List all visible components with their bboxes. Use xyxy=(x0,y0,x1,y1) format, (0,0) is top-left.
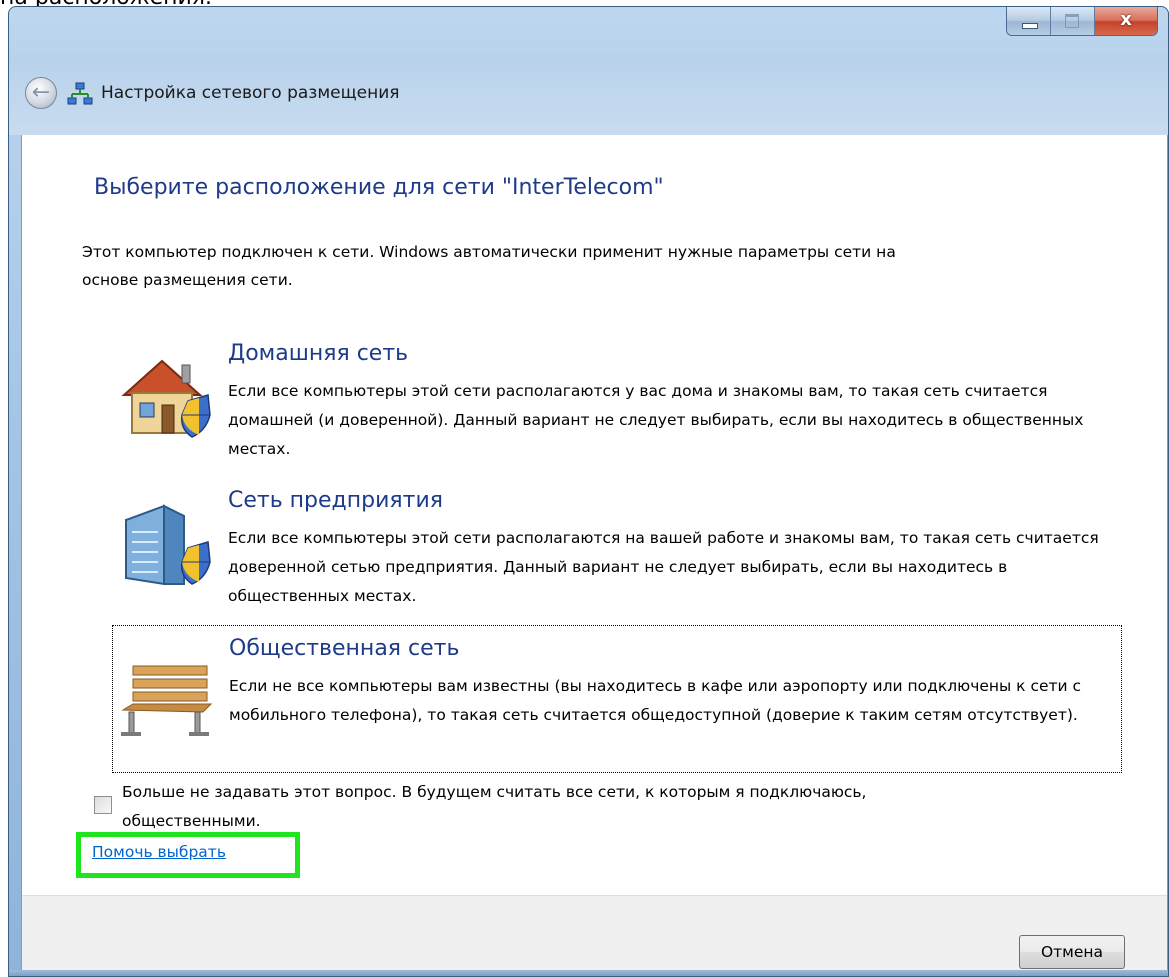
cancel-button[interactable]: Отмена xyxy=(1019,935,1125,969)
window-title: Настройка сетевого размещения xyxy=(101,83,400,103)
dont-ask-again-checkbox[interactable] xyxy=(94,796,112,814)
close-button[interactable]: x xyxy=(1095,7,1157,35)
house-shield-icon xyxy=(121,359,211,438)
window-controls: x xyxy=(1006,7,1158,36)
park-bench-icon xyxy=(121,665,213,736)
dialog-heading: Выберите расположение для сети "InterTel… xyxy=(94,175,664,200)
office-building-shield-icon xyxy=(125,504,211,586)
window-bottom-border xyxy=(9,970,1168,976)
dialog-footer: Отмена xyxy=(22,895,1167,976)
dont-ask-again-label[interactable]: Больше не задавать этот вопрос. В будуще… xyxy=(122,778,922,836)
option-description: Если все компьютеры этой сети располагаю… xyxy=(228,382,1084,458)
option-public-network[interactable]: Общественная сеть Если не все компьютеры… xyxy=(112,625,1122,773)
highlight-box xyxy=(76,832,300,878)
option-description: Если не все компьютеры вам известны (вы … xyxy=(229,677,1082,724)
option-home-network[interactable]: Домашняя сеть Если все компьютеры этой с… xyxy=(112,341,1122,461)
navigation-bar: ← Настройка сетевого размещения xyxy=(9,55,1168,135)
maximize-button[interactable] xyxy=(1051,7,1095,35)
option-title: Общественная сеть xyxy=(229,636,460,661)
option-work-network[interactable]: Сеть предприятия Если все компьютеры это… xyxy=(112,488,1122,608)
dialog-content: Выберите расположение для сети "InterTel… xyxy=(21,135,1168,976)
network-icon xyxy=(67,82,93,105)
back-arrow-icon: ← xyxy=(31,80,51,105)
back-button[interactable]: ← xyxy=(25,77,57,109)
option-title: Домашняя сеть xyxy=(228,341,409,366)
option-description: Если все компьютеры этой сети располагаю… xyxy=(228,529,1099,605)
option-title: Сеть предприятия xyxy=(228,488,443,513)
network-location-window: x ← Настройка сетевого размещения Выбери… xyxy=(8,6,1169,977)
title-bar: x xyxy=(9,7,1168,55)
minimize-button[interactable] xyxy=(1007,7,1051,35)
intro-text: Этот компьютер подключен к сети. Windows… xyxy=(82,243,896,289)
